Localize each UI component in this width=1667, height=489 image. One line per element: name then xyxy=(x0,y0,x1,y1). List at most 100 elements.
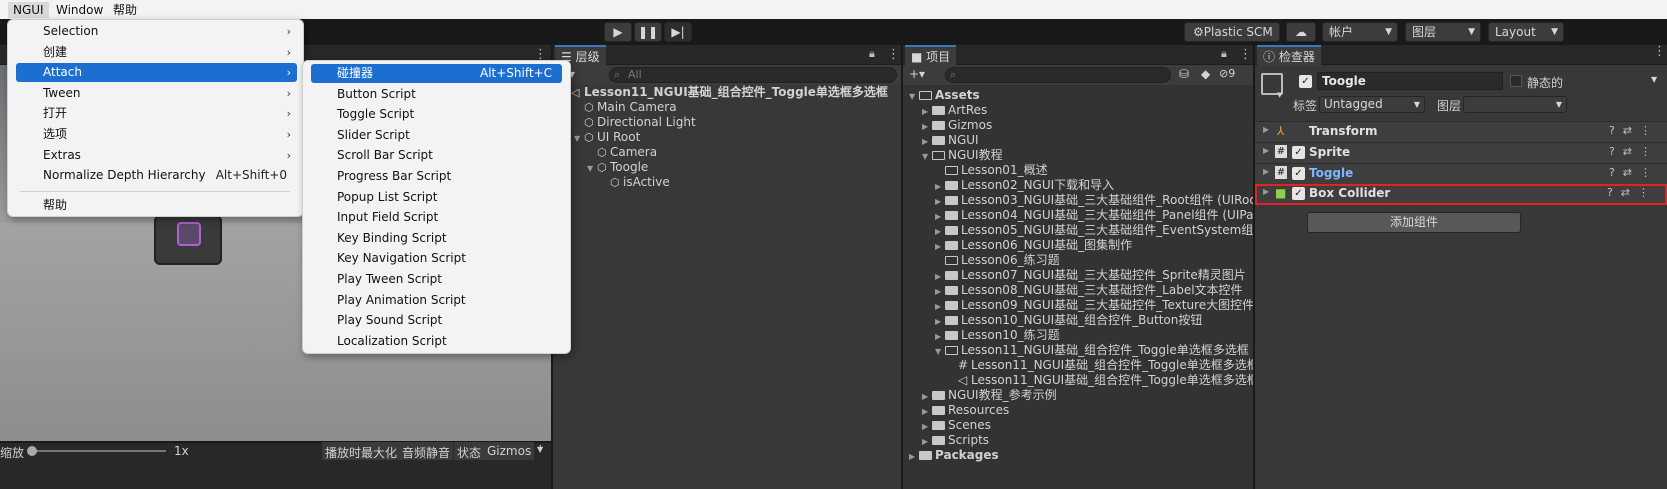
expand-icon[interactable]: ▶ xyxy=(935,284,945,299)
expand-icon[interactable]: ▼ xyxy=(574,131,584,146)
expand-icon[interactable]: ▶ xyxy=(935,209,945,224)
expand-icon[interactable]: ▶ xyxy=(935,194,945,209)
menu-item-play-sound-script[interactable]: Play Sound Script xyxy=(311,311,562,330)
expand-icon[interactable]: ▶ xyxy=(922,119,932,134)
tab-inspector[interactable]: ⓘ 检查器 xyxy=(1257,45,1321,66)
expand-icon[interactable]: ▼ xyxy=(935,344,945,359)
stats-button[interactable]: 状态 xyxy=(454,442,485,460)
expand-icon[interactable]: ▶ xyxy=(922,404,932,419)
menu-ngui[interactable]: NGUI xyxy=(8,2,49,18)
pause-button[interactable]: ❚❚ xyxy=(634,22,662,42)
project-item[interactable]: ▶ NGUI xyxy=(922,133,979,148)
hierarchy-item[interactable]: ⬡ Directional Light xyxy=(574,115,696,130)
lock-icon[interactable]: 🔒︎ xyxy=(1221,47,1227,61)
hierarchy-scene-row[interactable]: ▼◁Lesson11_NGUI基础_组合控件_Toggle单选框多选框 xyxy=(561,85,888,100)
menu-item-play-tween-script[interactable]: Play Tween Script xyxy=(311,270,562,289)
component-actions[interactable]: ?⇄⋮ xyxy=(1609,145,1659,158)
menu-item-play-animation-script[interactable]: Play Animation Script xyxy=(311,291,562,310)
menu-item-slider-script[interactable]: Slider Script xyxy=(311,126,562,145)
component-actions[interactable]: ?⇄⋮ xyxy=(1607,186,1657,199)
account-dropdown[interactable]: 帐户 ▼ xyxy=(1322,22,1398,42)
project-search[interactable]: ⌕ xyxy=(945,67,1171,83)
expand-icon[interactable]: ▶ xyxy=(935,299,945,314)
lock-icon[interactable]: 🔒︎ xyxy=(869,47,875,61)
object-name-field[interactable]: Toogle xyxy=(1317,72,1503,90)
layout-dropdown[interactable]: Layout ▼ xyxy=(1488,22,1564,42)
play-button[interactable]: ▶ xyxy=(604,22,632,42)
menu-item-input-field-script[interactable]: Input Field Script xyxy=(311,208,562,227)
maximize-on-play-button[interactable]: 播放时最大化 xyxy=(322,442,401,460)
project-item[interactable]: Lesson01_概述 xyxy=(935,163,1048,178)
project-item[interactable]: ▶ Lesson03_NGUI基础_三大基础组件_Root组件 (UIRoot) xyxy=(935,193,1266,208)
project-item[interactable]: ▶ ArtRes xyxy=(922,103,987,118)
hierarchy-item[interactable]: ⬡ isActive xyxy=(600,175,670,190)
hierarchy-item[interactable]: ⬡ Main Camera xyxy=(574,100,677,115)
menu-item-normalize-depth-hierarchy[interactable]: Normalize Depth Hierarchy Alt+Shift+0 xyxy=(16,166,297,185)
component-enabled-checkbox[interactable]: ✓ xyxy=(1292,187,1305,200)
menu-item-key-navigation-script[interactable]: Key Navigation Script xyxy=(311,249,562,268)
mute-audio-button[interactable]: 音频静音 xyxy=(399,442,454,460)
menu-window[interactable]: Window xyxy=(51,2,108,18)
component-transform[interactable]: ▶ ⅄ Transform ?⇄⋮ xyxy=(1255,121,1667,142)
add-icon[interactable]: +▾ xyxy=(909,67,925,81)
expand-icon[interactable]: ▶ xyxy=(909,449,919,464)
hierarchy-item[interactable]: ▼ ⬡ UI Root xyxy=(574,130,640,145)
component-enabled-checkbox[interactable]: ✓ xyxy=(1292,167,1305,180)
expand-icon[interactable]: ▶ xyxy=(922,104,932,119)
toggle-sprite[interactable] xyxy=(154,215,222,265)
more-icon[interactable]: ⋮ xyxy=(1239,47,1252,62)
menu-item-localization-script[interactable]: Localization Script xyxy=(311,332,562,351)
project-item[interactable]: ▶ Gizmos xyxy=(922,118,992,133)
expand-icon[interactable]: ▶ xyxy=(1263,187,1269,196)
project-item[interactable]: ▼ Assets xyxy=(909,88,980,103)
gizmos-button[interactable]: Gizmos xyxy=(484,442,535,460)
layer-dropdown[interactable]: ▼ xyxy=(1463,96,1567,113)
menu-item-extras[interactable]: Extras › xyxy=(16,146,297,165)
expand-icon[interactable]: ▼ xyxy=(909,89,919,104)
menu-item-item[interactable]: 帮助 xyxy=(16,196,297,215)
menu-item-toggle-script[interactable]: Toggle Script xyxy=(311,105,562,124)
menu-item-item[interactable]: 打开 › xyxy=(16,104,297,123)
expand-icon[interactable]: ▶ xyxy=(935,239,945,254)
project-item[interactable]: ▼ NGUI教程 xyxy=(922,148,1003,163)
menu-item-tween[interactable]: Tween › xyxy=(16,84,297,103)
chevron-down-icon[interactable]: ▼ xyxy=(1651,75,1657,84)
menu-item-attach[interactable]: Attach › xyxy=(16,63,297,83)
menu-item-selection[interactable]: Selection › xyxy=(16,22,297,41)
project-item[interactable]: ▶ Lesson05_NGUI基础_三大基础组件_EventSystem组件 (U xyxy=(935,223,1283,238)
expand-icon[interactable]: ▼ xyxy=(587,161,597,176)
expand-icon[interactable]: ▶ xyxy=(935,179,945,194)
expand-icon[interactable]: ▶ xyxy=(1263,167,1269,176)
layers-dropdown[interactable]: 图层 ▼ xyxy=(1405,22,1481,42)
more-icon[interactable]: ⋮ xyxy=(1653,44,1666,59)
zoom-slider[interactable] xyxy=(27,446,166,456)
expand-icon[interactable]: ▶ xyxy=(1263,146,1269,155)
label-icon[interactable]: ◆ xyxy=(1201,67,1210,81)
expand-icon[interactable]: ▶ xyxy=(935,314,945,329)
project-item[interactable]: ▶ Lesson02_NGUI下载和导入 xyxy=(935,178,1114,193)
cloud-button[interactable]: ☁ xyxy=(1286,22,1316,42)
project-item[interactable]: ▶ Lesson04_NGUI基础_三大基础组件_Panel组件 (UIPanel… xyxy=(935,208,1276,223)
chevron-down-icon[interactable]: ▼ xyxy=(1277,91,1282,99)
project-item[interactable]: ▶ Lesson06_NGUI基础_图集制作 xyxy=(935,238,1132,253)
add-component-button[interactable]: 添加组件 xyxy=(1307,212,1521,233)
project-item[interactable]: ▶ Lesson10_NGUI基础_组合控件_Button按钮 xyxy=(935,313,1202,328)
project-item[interactable]: ◁ Lesson11_NGUI基础_组合控件_Toggle单选框多选框 xyxy=(948,373,1259,388)
menu-item-popup-list-script[interactable]: Popup List Script xyxy=(311,188,562,207)
project-item[interactable]: Lesson06_练习题 xyxy=(935,253,1060,268)
project-item[interactable]: ▶ Lesson08_NGUI基础_三大基础控件_Label文本控件 xyxy=(935,283,1243,298)
menu-item-button-script[interactable]: Button Script xyxy=(311,85,562,104)
project-item[interactable]: ▼ Lesson11_NGUI基础_组合控件_Toggle单选框多选框 xyxy=(935,343,1249,358)
component-sprite[interactable]: ▶ # ✓ Sprite ?⇄⋮ xyxy=(1255,142,1667,163)
project-item[interactable]: # Lesson11_NGUI基础_组合控件_Toggle单选框多选框 xyxy=(948,358,1259,373)
expand-icon[interactable]: ▶ xyxy=(935,224,945,239)
static-checkbox[interactable] xyxy=(1510,75,1522,87)
expand-icon[interactable]: ▶ xyxy=(922,419,932,434)
menu-item-scroll-bar-script[interactable]: Scroll Bar Script xyxy=(311,146,562,165)
step-button[interactable]: ▶| xyxy=(664,22,692,42)
project-item[interactable]: ▶ Scenes xyxy=(922,418,991,433)
component-actions[interactable]: ?⇄⋮ xyxy=(1609,166,1659,179)
project-item[interactable]: ▶ Packages xyxy=(909,448,999,463)
expand-icon[interactable]: ▼ xyxy=(922,149,932,164)
expand-icon[interactable]: ▶ xyxy=(922,389,932,404)
